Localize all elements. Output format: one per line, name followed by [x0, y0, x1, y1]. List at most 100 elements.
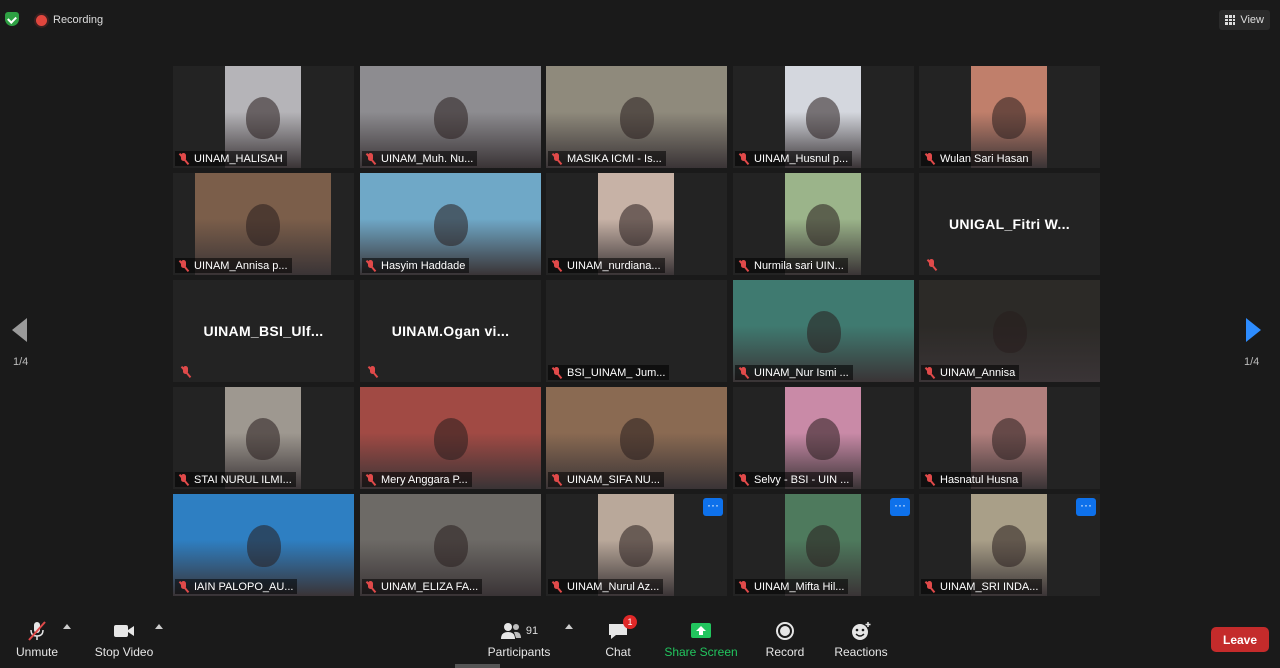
- reactions-button[interactable]: Reactions: [834, 612, 888, 668]
- muted-mic-icon: [924, 366, 936, 379]
- participant-tile[interactable]: UINAM_nurdiana...: [546, 173, 727, 275]
- smiley-plus-icon: [850, 621, 872, 641]
- participant-name-label: UINAM_SIFA NU...: [548, 472, 664, 487]
- participants-label: Participants: [487, 645, 551, 659]
- participant-name: UINAM_Mifta Hil...: [754, 580, 845, 593]
- share-screen-button[interactable]: Share Screen: [664, 612, 738, 668]
- participant-tile[interactable]: UINAM_BSI_Ulf...: [173, 280, 354, 382]
- security-shield-icon[interactable]: [5, 12, 19, 26]
- participant-tile[interactable]: UINAM_Husnul p...: [733, 66, 914, 168]
- video-camera-icon: [113, 621, 135, 641]
- next-page-arrow-icon[interactable]: [1246, 318, 1261, 342]
- muted-mic-icon: [178, 473, 190, 486]
- muted-mic-icon: [551, 580, 563, 593]
- gallery-view: UINAM_HALISAH UINAM_Muh. Nu... MASIKA ICMI…: [173, 66, 1103, 598]
- participant-tile[interactable]: BSI_UINAM_ Jum...: [546, 280, 727, 382]
- person-silhouette-icon: [619, 203, 653, 246]
- participants-button[interactable]: 91 Participants: [488, 612, 550, 668]
- participant-name-label: Hasnatul Husna: [921, 472, 1023, 487]
- participant-tile[interactable]: UINAM_HALISAH: [173, 66, 354, 168]
- muted-mic-icon: [365, 152, 377, 165]
- person-silhouette-icon: [619, 417, 654, 460]
- person-silhouette-icon: [806, 203, 840, 246]
- participant-tile[interactable]: UINAM_Nurul Az... ···: [546, 494, 727, 596]
- person-silhouette-icon: [806, 417, 840, 460]
- participant-tile[interactable]: UINAM.Ogan vi...: [360, 280, 541, 382]
- participant-tile[interactable]: UINAM_Muh. Nu...: [360, 66, 541, 168]
- participant-tile[interactable]: Hasyim Haddade: [360, 173, 541, 275]
- muted-mic-icon: [367, 366, 379, 378]
- recording-indicator[interactable]: Recording: [36, 12, 103, 28]
- muted-mic-icon: [924, 473, 936, 486]
- participant-tile[interactable]: UINAM_SIFA NU...: [546, 387, 727, 489]
- more-options-icon[interactable]: ···: [1076, 498, 1096, 516]
- muted-mic-icon: [178, 580, 190, 593]
- more-options-icon[interactable]: ···: [703, 498, 723, 516]
- participant-tile[interactable]: Mery Anggara P...: [360, 387, 541, 489]
- audio-options-chevron-icon[interactable]: [63, 624, 71, 629]
- unmute-label: Unmute: [15, 645, 59, 659]
- participant-tile[interactable]: UNIGAL_Fitri W...: [919, 173, 1100, 275]
- recording-label: Recording: [53, 14, 104, 26]
- muted-mic-icon: [924, 580, 936, 593]
- participant-tile[interactable]: UINAM_Annisa: [919, 280, 1100, 382]
- participant-name: Nurmila sari UIN...: [754, 259, 844, 272]
- record-icon: [774, 621, 796, 641]
- more-options-icon[interactable]: ···: [890, 498, 910, 516]
- muted-mic-icon: [551, 366, 563, 379]
- unmute-button[interactable]: Unmute: [14, 612, 60, 668]
- participant-tile[interactable]: UINAM_Mifta Hil... ···: [733, 494, 914, 596]
- participant-name-label: UINAM_Annisa p...: [175, 258, 292, 273]
- previous-page-arrow-icon[interactable]: [12, 318, 27, 342]
- participant-name: UINAM_Annisa p...: [194, 259, 288, 272]
- muted-mic-icon: [551, 152, 563, 165]
- participant-name: MASIKA ICMI - Is...: [567, 152, 662, 165]
- muted-mic-icon: [551, 473, 563, 486]
- participant-tile[interactable]: Wulan Sari Hasan: [919, 66, 1100, 168]
- share-screen-arrow-icon: [690, 621, 712, 641]
- record-dot-icon: [36, 14, 47, 26]
- participant-name-label: Mery Anggara P...: [362, 472, 472, 487]
- participant-name-label: UINAM_Nur Ismi ...: [735, 365, 853, 380]
- person-silhouette-icon: [992, 417, 1026, 460]
- participant-name: UINAM_Annisa: [940, 366, 1016, 379]
- record-label: Record: [765, 645, 805, 659]
- chat-button[interactable]: 1 Chat: [603, 612, 637, 668]
- view-button[interactable]: View: [1219, 10, 1270, 30]
- participant-name-display: UINAM.Ogan vi...: [391, 323, 510, 339]
- taskbar-indicator: [455, 664, 500, 668]
- participant-name-label: UINAM_ELIZA FA...: [362, 579, 483, 594]
- participant-tile[interactable]: Selvy - BSI - UIN ...: [733, 387, 914, 489]
- participant-tile[interactable]: MASIKA ICMI - Is...: [546, 66, 727, 168]
- participant-tile[interactable]: UINAM_Nur Ismi ...: [733, 280, 914, 382]
- leave-button[interactable]: Leave: [1211, 627, 1269, 652]
- muted-mic-icon: [365, 580, 377, 593]
- participant-name-label: UINAM_SRI INDA...: [921, 579, 1043, 594]
- participant-name-label: UINAM_Nurul Az...: [548, 579, 664, 594]
- participant-name: IAIN PALOPO_AU...: [194, 580, 294, 593]
- person-silhouette-icon: [246, 203, 280, 246]
- person-silhouette-icon: [246, 417, 280, 460]
- participant-name-label: BSI_UINAM_ Jum...: [548, 365, 670, 380]
- participant-tile[interactable]: IAIN PALOPO_AU...: [173, 494, 354, 596]
- muted-mic-icon: [365, 259, 377, 272]
- participant-tile[interactable]: UINAM_Annisa p...: [173, 173, 354, 275]
- participant-tile[interactable]: Hasnatul Husna: [919, 387, 1100, 489]
- participant-name: Mery Anggara P...: [381, 473, 468, 486]
- participant-tile[interactable]: UINAM_ELIZA FA...: [360, 494, 541, 596]
- participant-tile[interactable]: Nurmila sari UIN...: [733, 173, 914, 275]
- stop-video-button[interactable]: Stop Video: [94, 612, 154, 668]
- participant-tile[interactable]: UINAM_SRI INDA... ···: [919, 494, 1100, 596]
- participant-name-label: MASIKA ICMI - Is...: [548, 151, 666, 166]
- participants-options-chevron-icon[interactable]: [565, 624, 573, 629]
- participant-name: UINAM_HALISAH: [194, 152, 283, 165]
- muted-mic-icon: [178, 152, 190, 165]
- video-options-chevron-icon[interactable]: [155, 624, 163, 629]
- participant-tile[interactable]: STAI NURUL ILMI...: [173, 387, 354, 489]
- share-screen-label: Share Screen: [664, 645, 738, 659]
- person-silhouette-icon: [433, 96, 468, 139]
- chat-unread-badge: 1: [623, 615, 637, 629]
- muted-mic-icon: [365, 473, 377, 486]
- muted-mic-icon: [178, 259, 190, 272]
- record-button[interactable]: Record: [765, 612, 805, 668]
